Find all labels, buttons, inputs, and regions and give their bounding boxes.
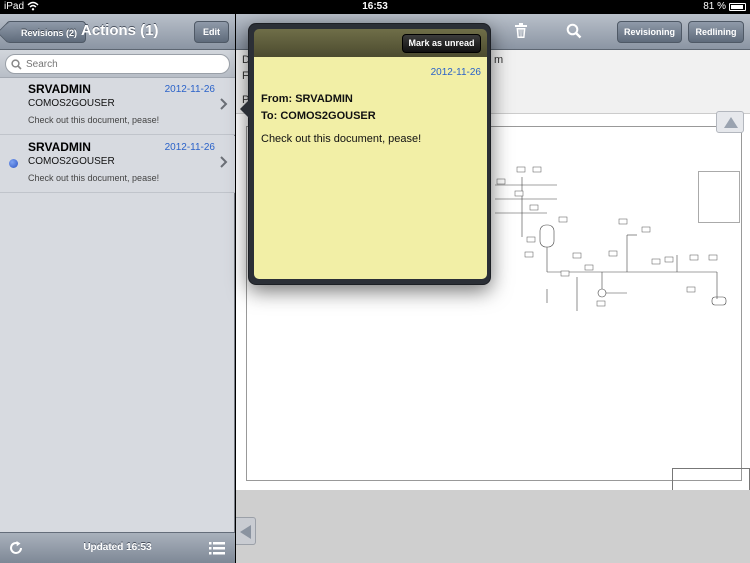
redlining-button[interactable]: Redlining <box>688 21 744 43</box>
note-from: From: SRVADMIN <box>261 93 353 105</box>
popover-arrow <box>240 100 249 118</box>
message-date: 2012-11-26 <box>164 142 215 153</box>
list-item[interactable]: SRVADMIN 2012-11-26 COMOS2GOUSER Check o… <box>0 136 235 193</box>
message-to: COMOS2GOUSER <box>28 156 115 167</box>
note-body: Check out this document, pease! <box>261 133 422 145</box>
search-icon[interactable] <box>566 23 582 39</box>
list-icon[interactable] <box>209 542 225 555</box>
message-body: Check out this document, pease! <box>28 115 160 125</box>
popover-header: Mark as unread <box>254 29 487 57</box>
chevron-right-icon <box>220 97 228 111</box>
actions-navbar: Revisions (2) Actions (1) Edit <box>0 14 235 50</box>
mark-as-unread-button[interactable]: Mark as unread <box>402 34 481 53</box>
status-bar: iPad 16:53 81 % <box>0 0 750 14</box>
message-popover: Mark as unread 2012-11-26 From: SRVADMIN… <box>240 23 491 285</box>
info-line-tail: m <box>494 54 504 66</box>
collapse-panel-button[interactable] <box>236 517 256 545</box>
page-title: Actions (1) <box>81 22 159 39</box>
arrow-up-icon[interactable] <box>716 111 744 133</box>
message-from: SRVADMIN <box>28 82 91 96</box>
edit-button[interactable]: Edit <box>194 21 229 43</box>
battery-icon <box>729 3 746 11</box>
preview-background <box>236 490 750 563</box>
actions-panel: Revisions (2) Actions (1) Edit SRVADMIN … <box>0 14 235 563</box>
revisions-back-button[interactable]: Revisions (2) <box>6 21 87 43</box>
message-date: 2012-11-26 <box>164 84 215 95</box>
battery-label: 81 % <box>703 1 726 12</box>
trash-icon[interactable] <box>514 23 528 39</box>
status-time: 16:53 <box>362 1 388 12</box>
bottom-toolbar: Updated 16:53 <box>0 532 235 563</box>
message-to: COMOS2GOUSER <box>28 98 115 109</box>
title-block <box>672 468 750 492</box>
unread-dot-icon <box>9 159 18 168</box>
message-body: Check out this document, pease! <box>28 173 160 183</box>
search-input[interactable] <box>26 57 221 71</box>
diagram-legend <box>698 171 740 223</box>
chevron-right-icon <box>220 155 228 169</box>
note-to: To: COMOS2GOUSER <box>261 110 376 122</box>
search-field[interactable] <box>5 54 230 74</box>
note-date: 2012-11-26 <box>430 67 481 78</box>
search-icon <box>11 57 22 70</box>
message-note: 2012-11-26 From: SRVADMIN To: COMOS2GOUS… <box>254 57 487 279</box>
search-bar <box>0 50 235 78</box>
updated-label: Updated 16:53 <box>83 542 152 553</box>
list-item[interactable]: SRVADMIN 2012-11-26 COMOS2GOUSER Check o… <box>0 78 235 135</box>
revisioning-button[interactable]: Revisioning <box>617 21 682 43</box>
message-from: SRVADMIN <box>28 140 91 154</box>
